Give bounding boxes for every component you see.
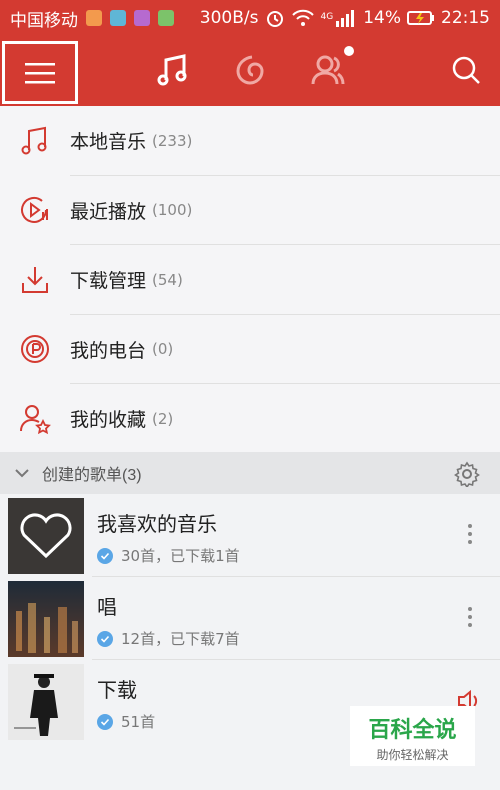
heart-icon <box>8 498 84 574</box>
item-count: (100) <box>152 201 193 220</box>
status-bar: 中国移动 300B/s 4G 14% 22:15 <box>0 0 500 36</box>
friends-icon <box>311 55 345 85</box>
download-manager-item[interactable]: 下载管理 (54) <box>0 245 500 315</box>
playlist-name: 唱 <box>97 597 117 619</box>
watermark-title: 百科全说 <box>368 718 457 743</box>
item-label: 最近播放 <box>70 201 147 223</box>
playlist-meta: 51首 <box>121 713 156 731</box>
battery-charging-icon <box>407 11 434 25</box>
search-icon <box>452 56 480 84</box>
item-count: (54) <box>152 270 183 289</box>
item-label: 本地音乐 <box>70 132 147 154</box>
download-icon <box>22 266 48 293</box>
notification-app-icon <box>110 10 126 26</box>
search-button[interactable] <box>446 50 486 90</box>
local-music-item[interactable]: 本地音乐 (233) <box>0 106 500 176</box>
playlist-item[interactable]: 唱 12首，已下载7首 <box>0 577 500 660</box>
downloaded-check-icon <box>97 547 113 564</box>
playlist-item[interactable]: 我喜欢的音乐 30首，已下载1首 <box>0 494 500 577</box>
my-music-list: 本地音乐 (233) 最近播放 (100) 下载管理 (54) 我的电台 (0)… <box>0 106 500 454</box>
chevron-down-icon <box>15 469 29 478</box>
item-count: (233) <box>152 131 193 150</box>
city-night-cover-image <box>8 581 84 657</box>
menu-icon <box>25 62 55 83</box>
person-cover-image <box>8 664 84 740</box>
music-note-icon <box>21 126 47 155</box>
notification-app-icon <box>86 10 102 26</box>
playlist-cover <box>8 581 84 657</box>
music-note-icon <box>157 54 187 86</box>
item-label: 我的电台 <box>70 340 147 362</box>
carrier-label: 中国移动 <box>10 10 78 30</box>
recent-play-icon <box>21 197 48 224</box>
recent-play-item[interactable]: 最近播放 (100) <box>0 176 500 246</box>
netease-cloud-icon <box>236 55 264 85</box>
clock: 22:15 <box>441 8 490 28</box>
battery-percent: 14% <box>363 8 401 28</box>
section-title: 创建的歌单(3) <box>42 467 142 484</box>
playlist-name: 我喜欢的音乐 <box>97 514 217 536</box>
network-speed: 300B/s <box>199 8 259 28</box>
notification-app-icon <box>158 10 174 26</box>
my-radio-item[interactable]: 我的电台 (0) <box>0 315 500 385</box>
watermark: 百科全说 助你轻松解决 <box>350 706 475 766</box>
notification-icons <box>86 10 174 26</box>
menu-button[interactable] <box>2 41 78 104</box>
playlist-meta: 30首，已下载1首 <box>121 547 240 565</box>
item-count: (0) <box>152 340 174 359</box>
tab-music[interactable] <box>152 50 192 90</box>
item-count: (2) <box>152 409 174 428</box>
new-notification-dot <box>344 46 354 56</box>
favorite-user-icon <box>20 404 51 434</box>
more-options-icon[interactable] <box>468 524 472 544</box>
radio-icon <box>21 335 49 364</box>
gear-icon[interactable] <box>454 461 480 487</box>
my-favorites-item[interactable]: 我的收藏 (2) <box>0 384 500 454</box>
top-nav-bar <box>0 36 500 106</box>
item-label: 下载管理 <box>70 271 147 293</box>
created-playlists-header[interactable]: 创建的歌单(3) <box>0 452 500 494</box>
notification-app-icon <box>134 10 150 26</box>
playlist-cover <box>8 498 84 574</box>
more-options-icon[interactable] <box>468 607 472 627</box>
network-type: 4G <box>320 12 334 22</box>
item-label: 我的收藏 <box>70 410 147 432</box>
watermark-subtitle: 助你轻松解决 <box>376 748 449 762</box>
downloaded-check-icon <box>97 713 113 730</box>
alarm-icon <box>266 11 283 27</box>
playlist-name: 下载 <box>97 680 137 702</box>
signal-icon <box>336 10 355 27</box>
tab-friends[interactable] <box>308 46 354 90</box>
wifi-icon <box>291 9 314 26</box>
downloaded-check-icon <box>97 630 113 647</box>
tab-discover[interactable] <box>230 50 270 90</box>
playlist-meta: 12首，已下载7首 <box>121 630 240 648</box>
playlist-cover <box>8 664 84 740</box>
